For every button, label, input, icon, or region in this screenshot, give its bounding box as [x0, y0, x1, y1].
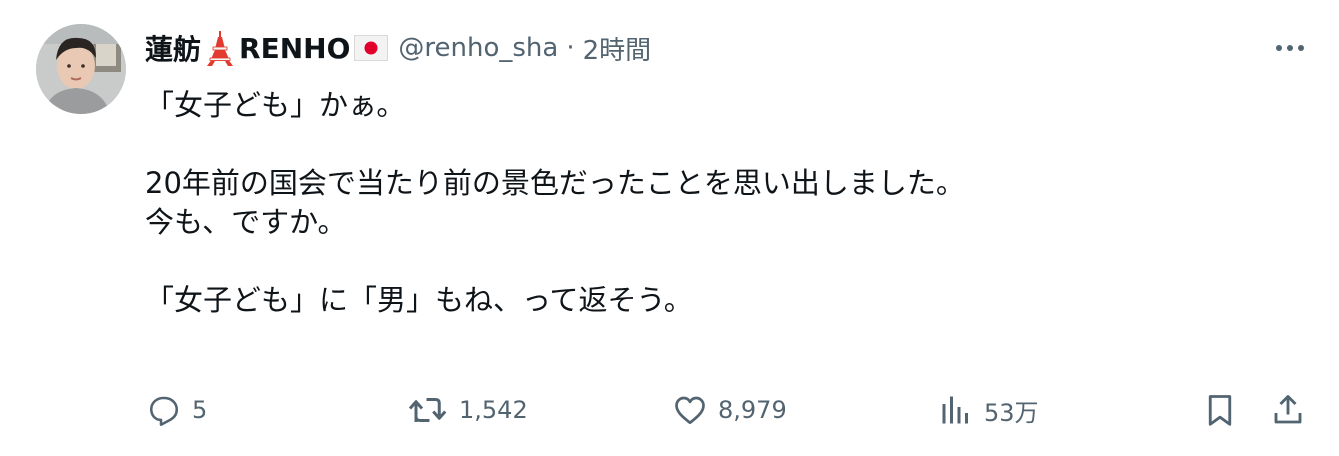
- retweet-button[interactable]: 1,542: [407, 388, 528, 432]
- tweet-text: 「女子ども」かぁ。 20年前の国会で当たり前の景色だったことを思い出しました。 …: [145, 86, 1295, 320]
- views-button[interactable]: 53万: [938, 388, 1039, 432]
- tweet-line: 「女子ども」かぁ。: [145, 88, 406, 122]
- bookmark-button[interactable]: [1202, 388, 1238, 432]
- retweet-count: 1,542: [459, 396, 528, 424]
- tweet-line: 「女子ども」に「男」もね、って返そう。: [145, 283, 693, 317]
- like-button[interactable]: 8,979: [672, 388, 787, 432]
- action-bar: 5 1,542 8,979 53万: [0, 388, 1339, 432]
- profile-photo: [36, 24, 126, 114]
- share-icon: [1274, 395, 1302, 424]
- author-name[interactable]: 蓮舫: [145, 28, 201, 68]
- tokyo-tower-icon: [203, 29, 237, 67]
- tweet-header: 蓮舫 RENHO @renho_sha · 2時間: [145, 28, 651, 68]
- reply-count: 5: [192, 396, 208, 424]
- author-handle[interactable]: @renho_sha: [398, 33, 558, 63]
- tweet-line: 今も、ですか。: [145, 205, 347, 239]
- more-icon: [1276, 45, 1304, 51]
- like-count: 8,979: [718, 396, 787, 424]
- author-name-suffix[interactable]: RENHO: [239, 32, 350, 65]
- reply-button[interactable]: 5: [146, 388, 207, 432]
- avatar[interactable]: [36, 24, 126, 114]
- tweet-line: 20年前の国会で当たり前の景色だったことを思い出しました。: [145, 166, 965, 200]
- reply-icon: [149, 396, 179, 426]
- bookmark-icon: [1208, 395, 1232, 426]
- views-icon: [942, 396, 968, 424]
- tweet-card[interactable]: 蓮舫 RENHO @renho_sha · 2時間 「女子ども」かぁ。 20年前…: [0, 0, 1339, 456]
- heart-icon: [675, 396, 705, 425]
- japan-flag-icon: [354, 35, 389, 61]
- more-options-button[interactable]: [1270, 33, 1310, 63]
- share-button[interactable]: [1270, 388, 1306, 432]
- separator-dot: ·: [566, 33, 575, 63]
- retweet-icon: [408, 398, 447, 422]
- views-count: 53万: [984, 398, 1039, 427]
- timestamp[interactable]: 2時間: [583, 30, 652, 67]
